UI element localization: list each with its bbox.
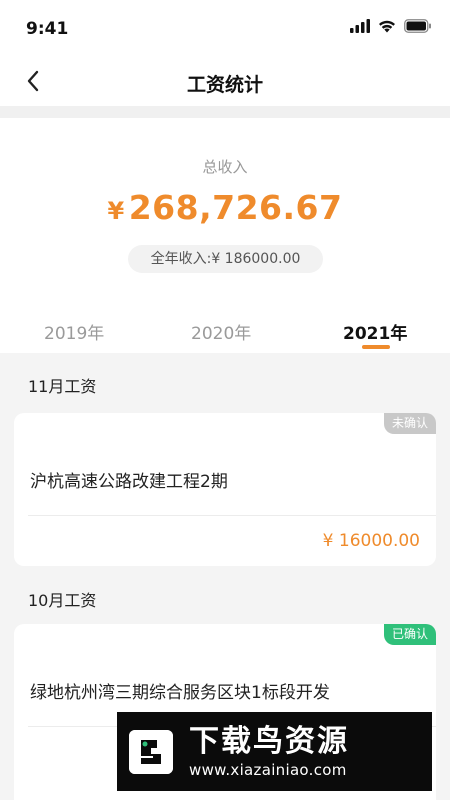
status-badge-confirmed: 已确认 [383,624,436,645]
watermark-banner: 下载鸟资源 www.xiazainiao.com [117,712,432,791]
project-name: 绿地杭州湾三期综合服务区块1标段开发 [30,683,330,703]
status-badge-unconfirmed: 未确认 [383,413,436,434]
income-summary: 总收入 ¥268,726.67 全年收入:¥ 186000.00 2019年 2… [0,118,450,353]
annual-income-value: ¥ 186000.00 [211,251,301,267]
total-income-label: 总收入 [202,158,248,176]
battery-icon [404,19,431,33]
tab-year-2019[interactable]: 2019年 [44,319,104,344]
page-title: 工资统计 [186,74,263,96]
header-divider [0,106,450,118]
project-name: 沪杭高速公路改建工程2期 [30,472,228,492]
month-label-10: 10月工资 [28,591,97,610]
bird-logo-icon [129,729,173,774]
annual-income-label: 全年收入: [150,251,212,267]
total-income-amount: ¥268,726.67 [0,188,450,227]
status-icons [350,19,432,33]
nav-bar: 工资统计 [0,58,450,106]
total-income-value: 268,726.67 [128,188,343,227]
watermark-text: 下载鸟资源 www.xiazainiao.com [189,723,349,779]
card-divider [28,515,436,516]
tab-year-2020[interactable]: 2020年 [191,319,251,344]
active-tab-indicator [362,345,390,349]
watermark-title: 下载鸟资源 [189,723,349,759]
tab-year-2021[interactable]: 2021年 [343,319,407,344]
annual-income-pill: 全年收入:¥ 186000.00 [128,245,323,273]
status-bar: 9:41 [0,0,450,58]
signal-icon [350,19,370,33]
month-label-11: 11月工资 [28,377,97,396]
currency-symbol: ¥ [107,197,125,225]
salary-card[interactable]: 未确认 沪杭高速公路改建工程2期 ¥ 16000.00 [14,413,436,566]
year-tabs: 2019年 2020年 2021年 [0,313,450,353]
watermark-url: www.xiazainiao.com [189,760,347,779]
wifi-icon [379,20,395,33]
status-time: 9:41 [26,19,69,39]
salary-amount: ¥ 16000.00 [322,531,420,551]
